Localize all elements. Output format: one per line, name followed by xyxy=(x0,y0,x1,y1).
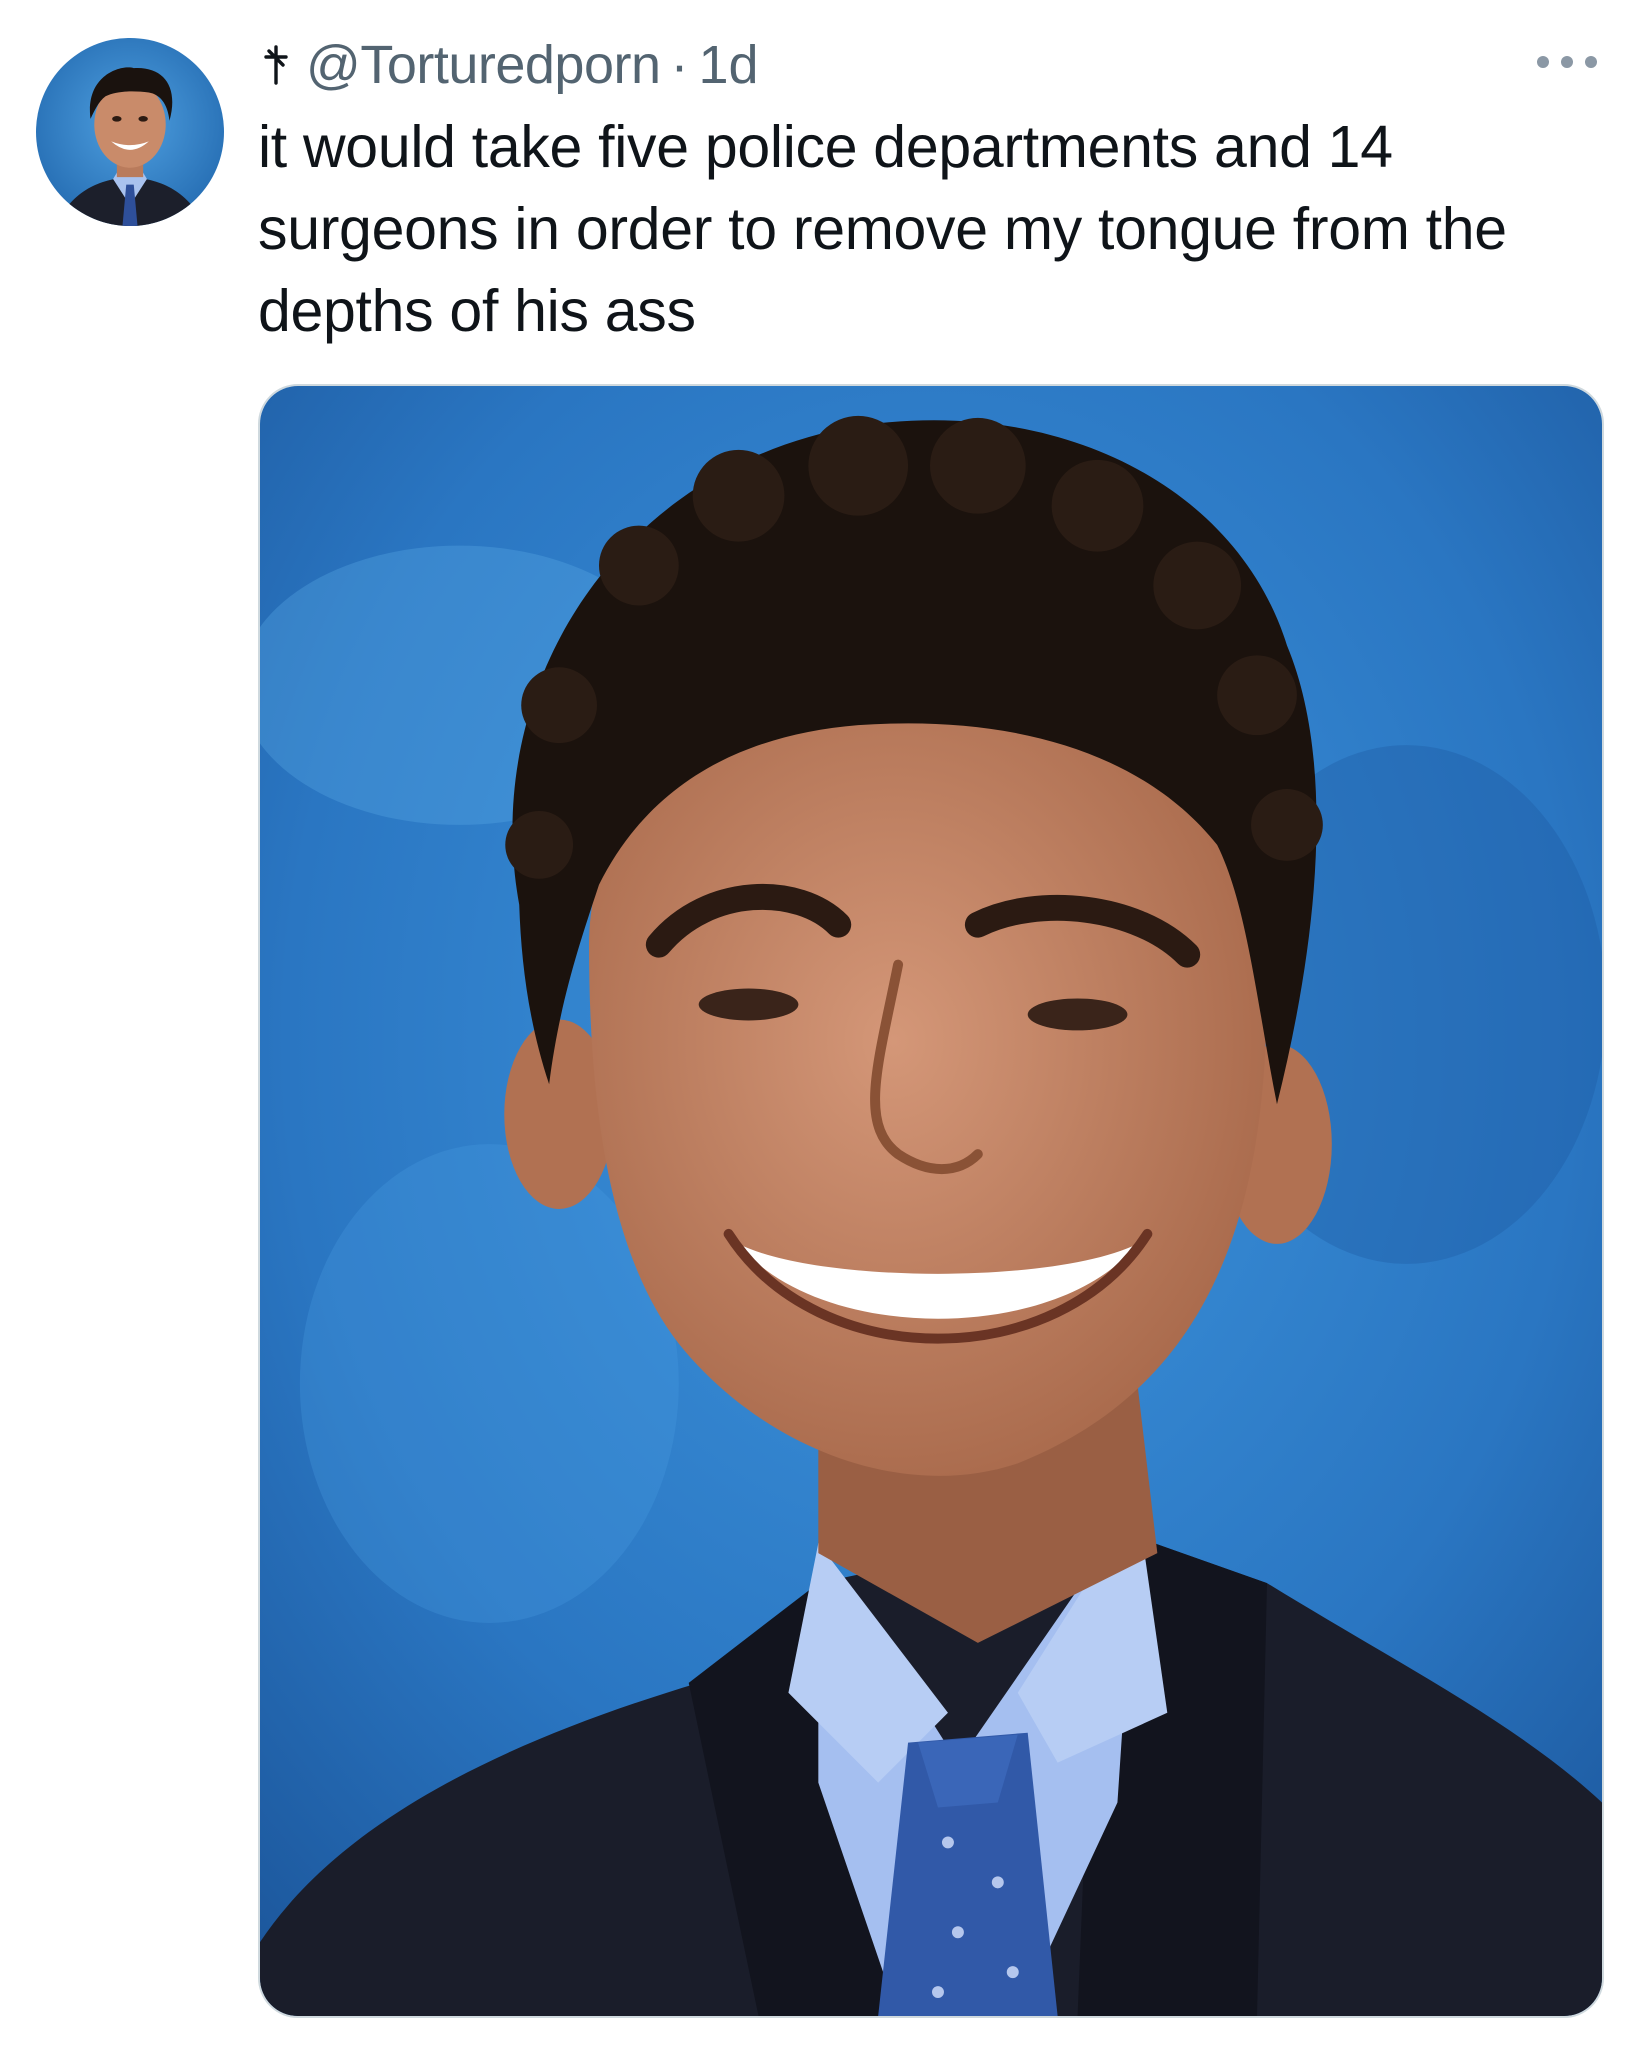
cross-icon xyxy=(258,43,294,87)
avatar[interactable] xyxy=(36,38,224,226)
tweet-header: @Torturedporn · 1d xyxy=(258,30,759,100)
timestamp[interactable]: 1d xyxy=(698,34,758,96)
more-options-button[interactable] xyxy=(1532,40,1602,84)
more-horizontal-icon xyxy=(1537,56,1597,68)
tweet-text: it would take five police departments an… xyxy=(258,114,1507,344)
separator-dot: · xyxy=(670,35,689,95)
author-handle[interactable]: @Torturedporn xyxy=(306,34,661,96)
tweet-photo[interactable] xyxy=(258,384,1604,2018)
